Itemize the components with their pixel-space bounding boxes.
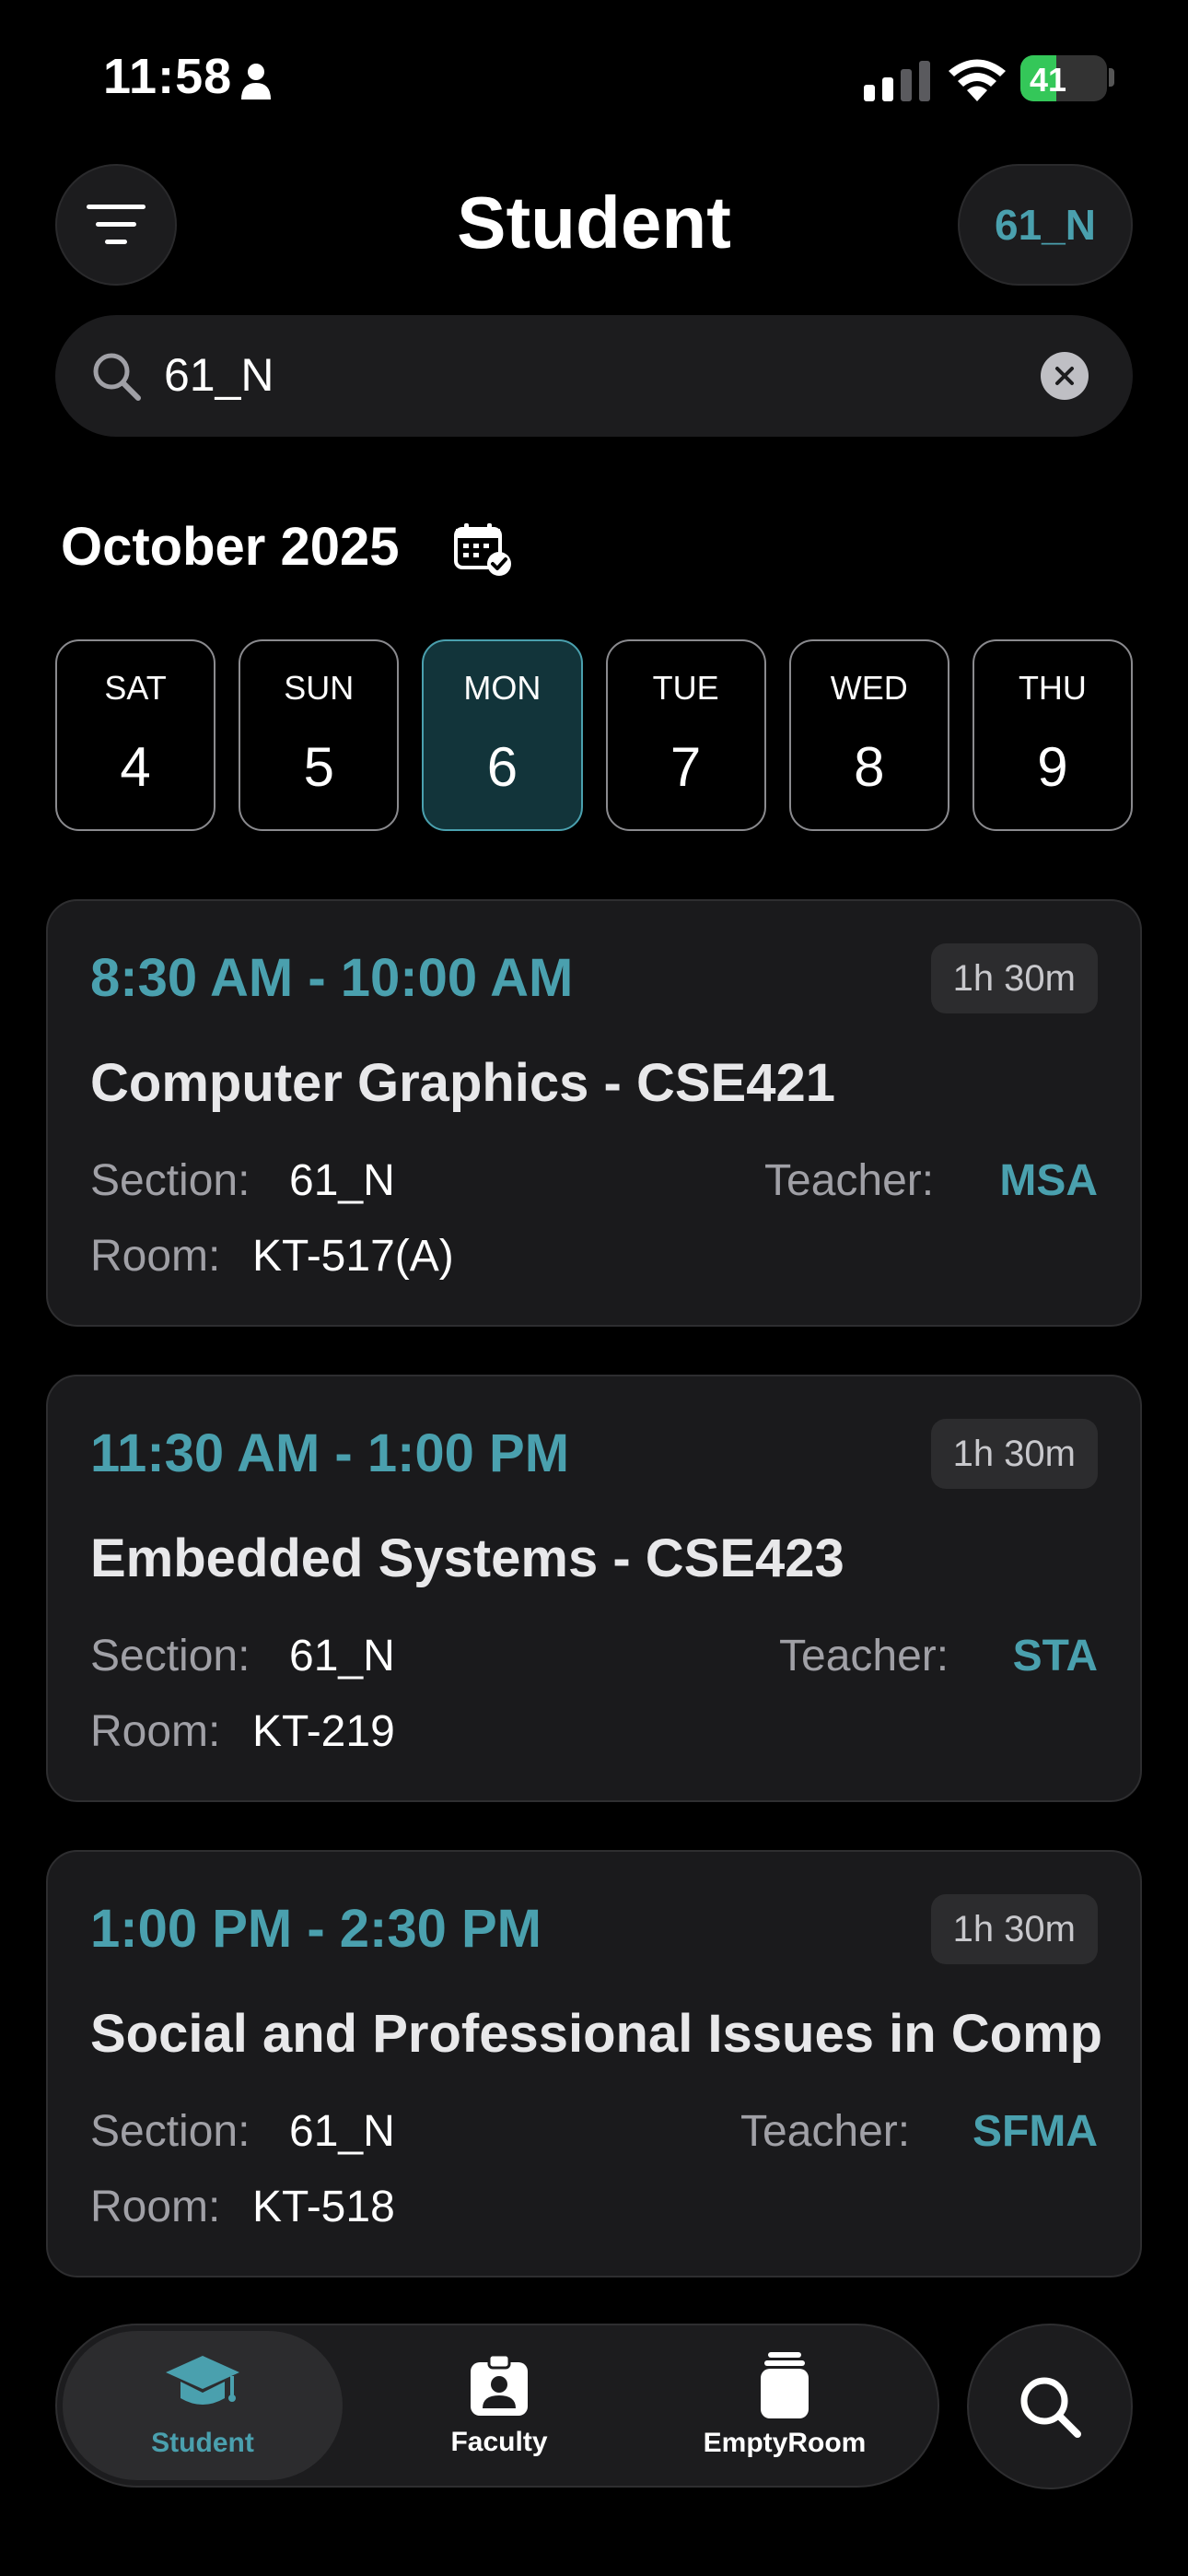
search-icon [93,353,141,401]
teacher-value[interactable]: SFMA [973,2106,1098,2157]
section-value: 61_N [289,2107,395,2156]
battery-percentage: 41 [1030,61,1067,99]
battery-indicator: 41 [1020,55,1107,101]
section-label: Section: [90,1156,250,1205]
class-card[interactable]: 11:30 AM - 1:00 PM 1h 30m Embedded Syste… [46,1375,1142,1802]
duration-badge: 1h 30m [930,1419,1098,1489]
battery-nub [1109,68,1114,87]
duration-badge: 1h 30m [930,943,1098,1013]
teacher-label: Teacher: [764,1156,935,1205]
class-time: 8:30 AM - 10:00 AM [90,948,574,1008]
day-name: SUN [284,669,355,707]
room-value: KT-219 [252,1707,395,1756]
teacher-value[interactable]: MSA [999,1155,1098,1206]
tab-label: Student [151,2428,254,2458]
day-name: THU [1018,669,1087,707]
room-label: Room: [90,1232,221,1281]
day-number: 6 [486,736,518,798]
close-icon [1055,367,1074,385]
teacher-label: Teacher: [740,2107,911,2156]
day-selector: SAT 4 SUN 5 MON 6 TUE 7 WED 8 THU 9 [55,639,1134,833]
duration-badge: 1h 30m [930,1894,1098,1964]
day-number: 9 [1037,736,1068,798]
tab-label: EmptyRoom [703,2428,867,2458]
day-card[interactable]: SUN 5 [239,639,400,831]
day-number: 8 [854,736,885,798]
class-time: 1:00 PM - 2:30 PM [90,1899,542,1959]
class-card[interactable]: 8:30 AM - 10:00 AM 1h 30m Computer Graph… [46,899,1142,1327]
day-number: 4 [120,736,151,798]
section-value: 61_N [289,1632,395,1680]
day-card[interactable]: TUE 7 [605,639,766,831]
status-time: 11:58 [103,49,233,104]
month-label: October 2025 [61,517,400,577]
room-label: Room: [90,2183,221,2231]
person-icon [241,64,271,100]
id-badge-icon [471,2353,528,2416]
class-card[interactable]: 1:00 PM - 2:30 PM 1h 30m Social and Prof… [46,1850,1142,2277]
tab-student[interactable]: Student [63,2325,343,2486]
day-card[interactable]: THU 9 [972,639,1134,831]
day-card-selected[interactable]: MON 6 [422,639,583,831]
cellular-signal-icon [864,61,930,101]
search-input[interactable]: 61_N [164,348,274,402]
tab-faculty[interactable]: Faculty [361,2325,637,2486]
section-label: Section: [90,2107,250,2156]
search-icon [1020,2377,1081,2438]
teacher-label: Teacher: [779,1632,949,1680]
empty-room-icon [761,2352,809,2418]
day-name: MON [463,669,542,707]
course-title: Computer Graphics - CSE421 [90,1053,835,1113]
bottom-tab-bar: Student Faculty EmptyRoom [55,2324,939,2488]
class-time: 11:30 AM - 1:00 PM [90,1423,570,1483]
calendar-check-icon[interactable] [453,521,514,577]
course-title: Embedded Systems - CSE423 [90,1528,844,1588]
day-number: 7 [670,736,702,798]
graduation-cap-icon [166,2356,239,2405]
room-value: KT-518 [252,2183,395,2231]
day-card[interactable]: SAT 4 [55,639,216,831]
course-title: Social and Professional Issues in Comp [90,2004,1103,2064]
tab-label: Faculty [450,2427,548,2457]
room-label: Room: [90,1707,221,1756]
wifi-icon [949,59,1006,101]
day-name: TUE [652,669,719,707]
search-fab-button[interactable] [967,2324,1133,2489]
day-card[interactable]: WED 8 [788,639,949,831]
clear-search-button[interactable] [1041,352,1089,400]
tab-emptyroom[interactable]: EmptyRoom [646,2325,923,2486]
room-value: KT-517(A) [252,1232,454,1281]
section-label: Section: [90,1632,250,1680]
day-name: SAT [104,669,167,707]
search-bar[interactable]: 61_N [55,315,1133,437]
day-number: 5 [303,736,334,798]
section-value: 61_N [289,1156,395,1205]
section-chip-button[interactable]: 61_N [958,164,1133,286]
day-name: WED [830,669,908,707]
teacher-value[interactable]: STA [1013,1631,1098,1681]
